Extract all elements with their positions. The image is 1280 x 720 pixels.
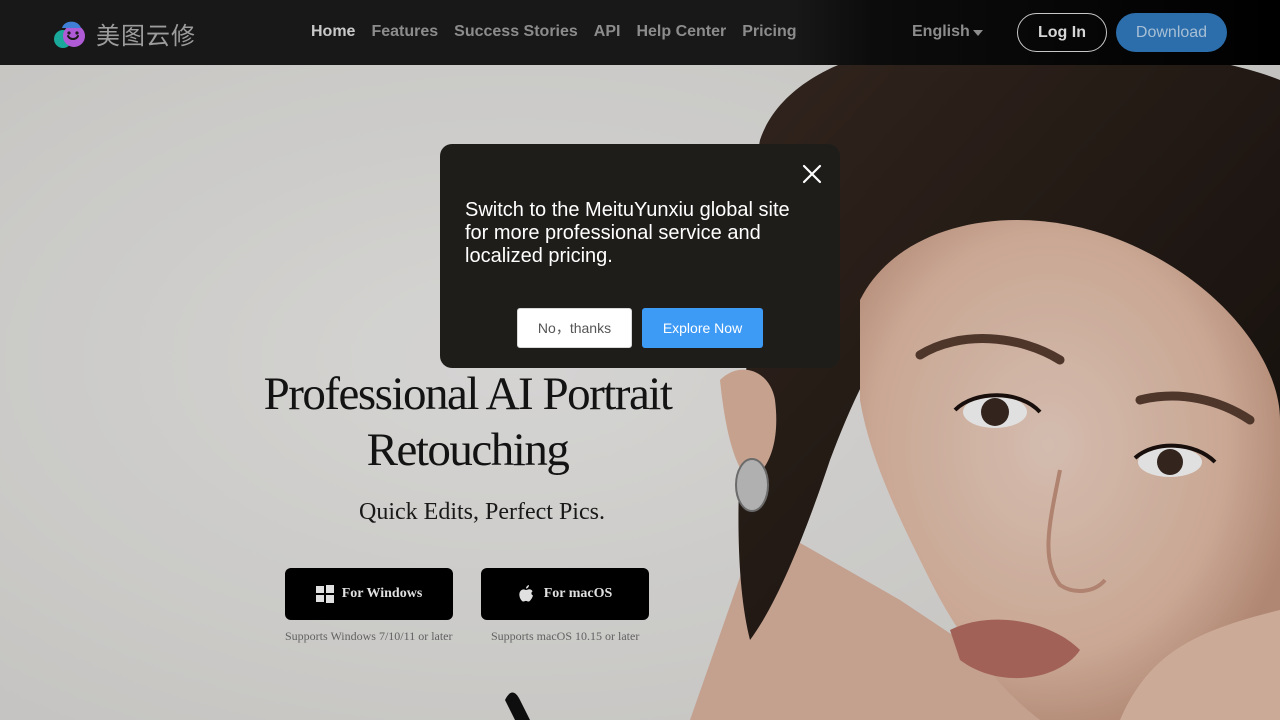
- decline-button[interactable]: No，thanks: [517, 308, 632, 348]
- top-navigation-bar: 美图云修 Home Features Success Stories API H…: [0, 0, 1280, 65]
- header-download-button[interactable]: Download: [1116, 13, 1227, 52]
- login-button[interactable]: Log In: [1017, 13, 1107, 52]
- language-selector[interactable]: English: [912, 22, 983, 42]
- nav-link-pricing[interactable]: Pricing: [734, 22, 804, 42]
- language-label: English: [912, 23, 970, 40]
- close-icon[interactable]: [799, 161, 825, 187]
- main-nav: Home Features Success Stories API Help C…: [303, 22, 804, 42]
- region-switch-dialog: Switch to the MeituYunxiu global site fo…: [440, 144, 840, 368]
- site-logo[interactable]: 美图云修: [52, 16, 196, 51]
- explore-now-button[interactable]: Explore Now: [642, 308, 763, 348]
- nav-link-help-center[interactable]: Help Center: [628, 22, 734, 42]
- logo-mark-icon: [52, 18, 88, 50]
- nav-link-success-stories[interactable]: Success Stories: [446, 22, 586, 42]
- dialog-message: Switch to the MeituYunxiu global site fo…: [465, 199, 790, 267]
- nav-link-home[interactable]: Home: [303, 22, 363, 42]
- nav-link-features[interactable]: Features: [363, 22, 446, 42]
- logo-text: 美图云修: [96, 22, 196, 50]
- nav-link-api[interactable]: API: [586, 22, 629, 42]
- chevron-down-icon: [972, 29, 983, 36]
